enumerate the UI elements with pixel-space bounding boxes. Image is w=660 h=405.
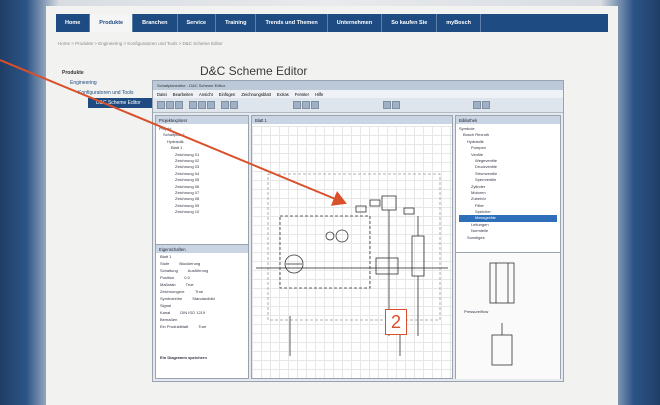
property-key: Maßstab bbox=[160, 282, 176, 287]
property-value: True bbox=[198, 324, 207, 329]
breadcrumb[interactable]: Home > Produkte > Engineering > Konfigur… bbox=[58, 41, 223, 46]
property-row[interactable]: Zeichnungsnr. True bbox=[156, 288, 248, 295]
nav-home[interactable]: Home bbox=[56, 14, 91, 32]
property-key: Signal bbox=[160, 303, 172, 308]
property-row[interactable]: Schaltung Ausführung bbox=[156, 267, 248, 274]
properties-footer: Ein Diagramm speichern bbox=[160, 355, 207, 360]
project-explorer-panel: Projektexplorer Projekt Schaltplan 1 Hyd… bbox=[155, 115, 249, 379]
zoom-icon[interactable] bbox=[293, 101, 301, 109]
property-row[interactable]: Bemaßen bbox=[156, 316, 248, 323]
left-nav-produkte[interactable]: Produkte bbox=[58, 68, 198, 78]
preview-caption: Pressure/flow bbox=[464, 309, 489, 314]
page-title: D&C Scheme Editor bbox=[200, 64, 308, 78]
property-value: Ausführung bbox=[187, 268, 209, 273]
nav-training[interactable]: Training bbox=[216, 14, 257, 32]
property-key: Symbolreihe bbox=[160, 296, 183, 301]
menu-einfuegen[interactable]: Einfügen bbox=[219, 92, 236, 97]
property-key: Kanal bbox=[160, 310, 171, 315]
grid-icon[interactable] bbox=[392, 101, 400, 109]
library-tree: Symbole Bosch Rexroth Hydraulik Pumpen V… bbox=[456, 124, 560, 243]
app-screenshot: Schaltplaneditor - D&C Scheme Editor Dat… bbox=[152, 80, 564, 382]
copy-icon[interactable] bbox=[198, 101, 206, 109]
paste-icon[interactable] bbox=[207, 101, 215, 109]
property-key: Blatt 1 bbox=[160, 254, 172, 259]
print-icon[interactable] bbox=[473, 101, 481, 109]
hydraulic-schematic[interactable] bbox=[252, 116, 452, 378]
app-toolbar bbox=[153, 98, 563, 113]
symbol-preview-drawing bbox=[489, 262, 515, 366]
nav-kaufen[interactable]: So kaufen Sie bbox=[382, 14, 438, 32]
nav-branchen[interactable]: Branchen bbox=[133, 14, 178, 32]
property-value: True bbox=[195, 289, 204, 294]
app-window-title: Schaltplaneditor - D&C Scheme Editor bbox=[153, 81, 563, 90]
project-explorer-title: Projektexplorer bbox=[156, 116, 248, 124]
library-item[interactable]: Sonstiges bbox=[459, 235, 557, 241]
property-key: Schaltung bbox=[160, 268, 178, 273]
callout-number: 2 bbox=[385, 309, 407, 335]
align-icon[interactable] bbox=[383, 101, 391, 109]
menu-datei[interactable]: Datei bbox=[157, 92, 167, 97]
menu-ansicht[interactable]: Ansicht bbox=[199, 92, 213, 97]
nav-trends[interactable]: Trends und Themen bbox=[256, 14, 328, 32]
pointer-icon[interactable] bbox=[302, 101, 310, 109]
menu-zeichnungsblatt[interactable]: Zeichnungsblatt bbox=[241, 92, 271, 97]
help-icon[interactable] bbox=[482, 101, 490, 109]
property-row[interactable]: Position 0.0 bbox=[156, 274, 248, 281]
property-row[interactable]: Symbolreihe Standardbild bbox=[156, 295, 248, 302]
property-value: Standardbild bbox=[192, 296, 215, 301]
menu-fenster[interactable]: Fenster bbox=[295, 92, 309, 97]
nav-unternehmen[interactable]: Unternehmen bbox=[328, 14, 383, 32]
save-icon[interactable] bbox=[175, 101, 183, 109]
menu-extras[interactable]: Extras bbox=[277, 92, 289, 97]
property-row[interactable]: Blatt 1 bbox=[156, 253, 248, 260]
property-key: Position bbox=[160, 275, 175, 280]
nav-produkte[interactable]: Produkte bbox=[90, 14, 134, 32]
drawing-canvas[interactable]: Blatt 1 bbox=[251, 115, 453, 379]
property-key: Stufe bbox=[160, 261, 170, 266]
property-key: Ein Produktblatt bbox=[160, 324, 189, 329]
property-row[interactable]: Stufe Blockierung bbox=[156, 260, 248, 267]
property-row[interactable]: Signal bbox=[156, 302, 248, 309]
new-icon[interactable] bbox=[157, 101, 165, 109]
property-value: Blockierung bbox=[179, 261, 201, 266]
property-key: Zeichnungsnr. bbox=[160, 289, 186, 294]
menu-hilfe[interactable]: Hilfe bbox=[315, 92, 323, 97]
project-tree: Projekt Schaltplan 1 Hydraulik Blatt 1 Z… bbox=[156, 124, 248, 217]
open-icon[interactable] bbox=[166, 101, 174, 109]
cut-icon[interactable] bbox=[189, 101, 197, 109]
property-row[interactable]: Maßstab True bbox=[156, 281, 248, 288]
redo-icon[interactable] bbox=[230, 101, 238, 109]
property-value: True bbox=[185, 282, 194, 287]
symbol-preview: Pressure/flow bbox=[456, 252, 560, 379]
property-value: 0.0 bbox=[184, 275, 190, 280]
nav-service[interactable]: Service bbox=[178, 14, 217, 32]
property-value: DIN ISO 1219 bbox=[180, 310, 206, 315]
properties-panel: Eigenschaften Blatt 1 Stufe Blockierung S… bbox=[156, 244, 248, 379]
main-navigation: Home Produkte Branchen Service Training … bbox=[56, 14, 608, 32]
property-row[interactable]: Ein Produktblatt True bbox=[156, 323, 248, 330]
property-key: Bemaßen bbox=[160, 317, 178, 322]
properties-title: Eigenschaften bbox=[156, 245, 248, 253]
property-row[interactable]: Kanal DIN ISO 1219 bbox=[156, 309, 248, 316]
app-menu-bar: Datei Bearbeiten Ansicht Einfügen Zeichn… bbox=[153, 90, 563, 98]
nav-mybosch[interactable]: myBosch bbox=[437, 14, 482, 32]
tree-item[interactable]: Zeichnung 10 bbox=[159, 209, 245, 215]
library-panel: Bibliothek Symbole Bosch Rexroth Hydraul… bbox=[455, 115, 561, 379]
menu-bearbeiten[interactable]: Bearbeiten bbox=[173, 92, 193, 97]
library-title: Bibliothek bbox=[456, 116, 560, 124]
line-icon[interactable] bbox=[311, 101, 319, 109]
undo-icon[interactable] bbox=[221, 101, 229, 109]
